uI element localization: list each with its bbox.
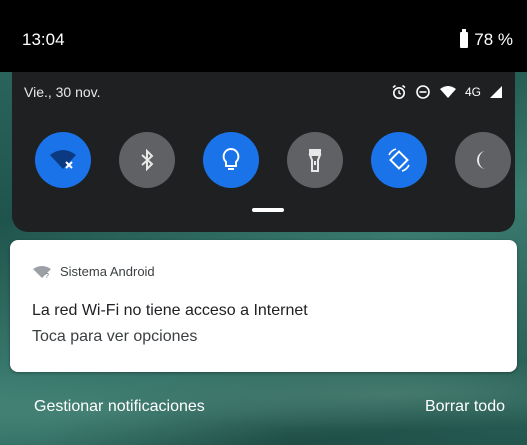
qs-expand-handle[interactable] [252, 208, 284, 212]
wifi-no-internet-icon [50, 150, 76, 169]
notification-title: La red Wi-Fi no tiene acceso a Internet [32, 302, 308, 319]
tile-wifi[interactable] [35, 132, 91, 188]
battery-level: 78 % [474, 30, 513, 49]
lightbulb-icon [222, 147, 240, 170]
status-time: 13:04 [22, 30, 65, 49]
clear-all-button[interactable]: Borrar todo [425, 396, 505, 418]
qs-date[interactable]: Vie., 30 nov. [24, 84, 101, 100]
night-mode-icon [477, 151, 486, 169]
tile-bluetooth[interactable] [119, 132, 175, 188]
status-bar: 13:04 78 % [0, 0, 527, 72]
qs-status-icons: 4G [391, 84, 503, 100]
network-type-label: 4G [464, 85, 481, 99]
tile-auto-rotate[interactable] [371, 132, 427, 188]
flashlight-icon [308, 149, 322, 172]
battery-indicator: 78 % [460, 29, 513, 50]
notification-card[interactable]: ? Sistema Android La red Wi-Fi no tiene … [10, 240, 517, 372]
manage-notifications-button[interactable]: Gestionar notificaciones [34, 396, 205, 418]
tile-lightbulb[interactable] [203, 132, 259, 188]
notification-header: ? Sistema Android [32, 264, 155, 279]
auto-rotate-icon [388, 148, 410, 172]
do-not-disturb-icon [416, 85, 430, 99]
wifi-no-internet-icon [439, 86, 456, 98]
bluetooth-icon [141, 148, 154, 172]
notification-text: Toca para ver opciones [32, 328, 198, 345]
cellular-signal-icon [490, 86, 502, 98]
alarm-icon [392, 84, 406, 99]
tile-flashlight[interactable] [287, 132, 343, 188]
notification-app-name: Sistema Android [60, 264, 155, 279]
battery-icon [460, 29, 469, 48]
svg-text:?: ? [45, 273, 49, 279]
tile-night-mode[interactable] [455, 132, 511, 188]
wifi-no-internet-icon: ? [33, 265, 51, 279]
quick-settings-tiles [35, 132, 511, 188]
quick-settings-panel: Vie., 30 nov. 4G [12, 72, 515, 232]
